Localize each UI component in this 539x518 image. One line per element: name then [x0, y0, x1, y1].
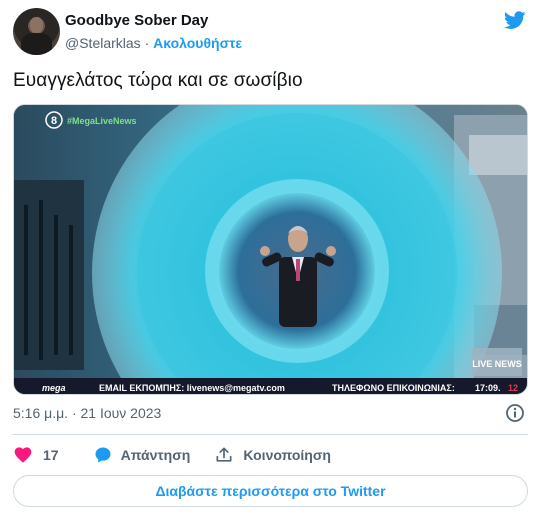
avatar[interactable]	[13, 8, 60, 55]
ticker-clock-suffix: 12	[508, 383, 518, 393]
divider	[13, 434, 528, 435]
twitter-bird-icon[interactable]	[503, 9, 527, 31]
heart-icon	[14, 447, 32, 463]
info-icon[interactable]	[505, 403, 525, 423]
hashtag-overlay: #MegaLiveNews	[67, 116, 137, 126]
handle-separator: ·	[144, 35, 150, 51]
author-handle[interactable]: @Stelarklas	[65, 35, 141, 51]
corner-live-news-logo: LIVE NEWS	[472, 359, 522, 369]
follow-link[interactable]: Ακολουθήστε	[153, 35, 242, 51]
reply-bubble-icon	[95, 447, 111, 463]
share-label: Κοινοποίηση	[243, 447, 331, 463]
ticker-email: EMAIL ΕΚΠΟΜΠΗΣ: livenews@megatv.com	[99, 383, 285, 393]
like-button[interactable]: 17	[13, 445, 59, 465]
embedded-tweet: Goodbye Sober Day @Stelarklas · Ακολουθή…	[0, 0, 539, 518]
share-button[interactable]: Κοινοποίηση	[214, 445, 331, 465]
like-count: 17	[43, 447, 59, 463]
share-upload-icon	[216, 447, 232, 462]
tweet-media-image[interactable]: 8 #MegaLiveNews LIVE NEWS mega EMAIL ΕΚΠ…	[13, 104, 528, 395]
author-display-name[interactable]: Goodbye Sober Day	[65, 12, 208, 29]
channel-number: 8	[51, 115, 57, 127]
tweet-actions: 17 Απάντηση Κοινοποίηση	[13, 444, 331, 466]
reply-button[interactable]: Απάντηση	[93, 445, 191, 465]
author-handle-row: @Stelarklas · Ακολουθήστε	[65, 35, 242, 51]
tweet-timestamp[interactable]: 5:16 μ.μ. · 21 Ιουν 2023	[13, 405, 161, 421]
ticker-brand: mega	[42, 383, 66, 393]
ticker-phone: ΤΗΛΕΦΩΝΟ ΕΠΙΚΟΙΝΩΝΙΑΣ:	[332, 383, 455, 393]
read-more-button[interactable]: Διαβάστε περισσότερα στο Twitter	[13, 475, 528, 507]
tweet-text: Ευαγγελάτος τώρα και σε σωσίβιο	[13, 70, 303, 91]
reply-label: Απάντηση	[120, 447, 191, 463]
ticker-clock: 17:09.	[475, 383, 501, 393]
